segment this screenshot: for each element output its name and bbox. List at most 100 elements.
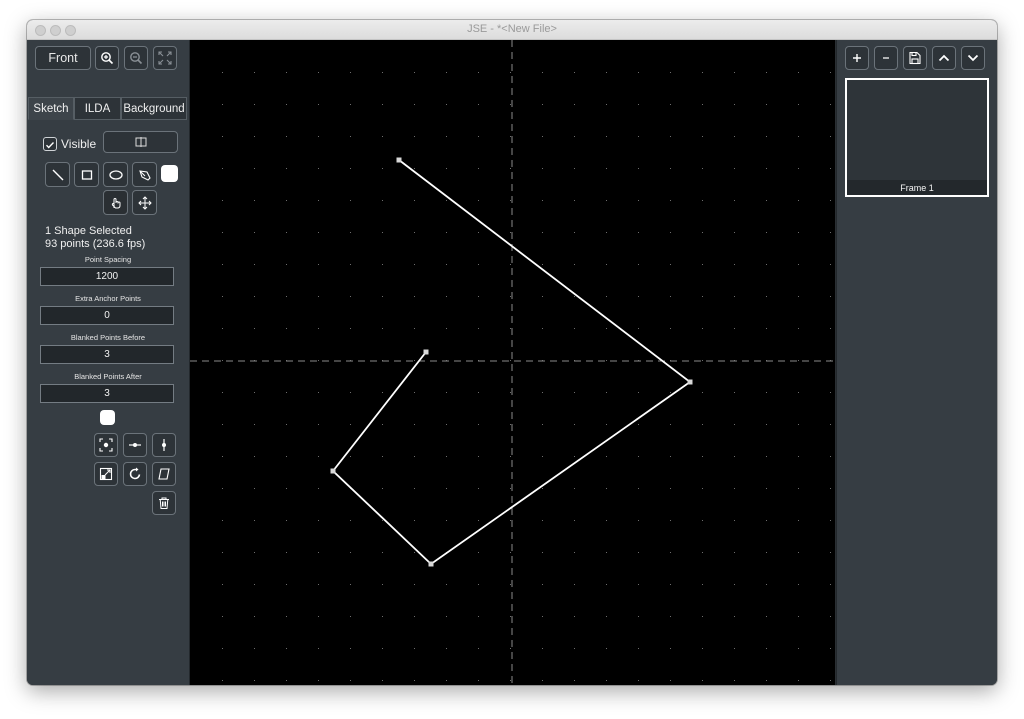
grid-dot (510, 328, 511, 329)
grid-dot (638, 456, 639, 457)
grid-dot (510, 552, 511, 553)
grid-dot (542, 456, 543, 457)
grid-dot (766, 584, 767, 585)
grid-dot (798, 520, 799, 521)
grid-dot (510, 264, 511, 265)
anchor-point[interactable] (428, 561, 434, 567)
grid-dot (574, 520, 575, 521)
anchor-point[interactable] (396, 157, 402, 163)
flip-vertical-button[interactable] (152, 433, 176, 457)
grid-dot (254, 488, 255, 489)
grid-dot (414, 72, 415, 73)
tab-background[interactable]: Background (121, 97, 187, 120)
grid-dot (606, 392, 607, 393)
grid-dot (254, 72, 255, 73)
grid-dot (798, 360, 799, 361)
zoom-out-icon (130, 52, 143, 65)
rotate-button[interactable] (123, 462, 147, 486)
grid-dot (830, 456, 831, 457)
blanked-points-after-field[interactable]: 3 (40, 384, 174, 403)
skew-button[interactable] (152, 462, 176, 486)
drawing-canvas[interactable] (190, 40, 835, 685)
ellipse-tool-button[interactable] (103, 162, 128, 187)
grid-dot (638, 392, 639, 393)
grid-dot (382, 456, 383, 457)
grid-dot (478, 328, 479, 329)
grid-dot (542, 424, 543, 425)
pen-tool-button[interactable] (132, 162, 157, 187)
grid-dot (286, 520, 287, 521)
visible-checkbox[interactable] (43, 137, 57, 151)
anchor-point[interactable] (423, 349, 429, 355)
view-selector-button[interactable]: Front (35, 46, 91, 70)
grid-dot (798, 424, 799, 425)
grid-dot (766, 488, 767, 489)
flip-horizontal-button[interactable] (123, 433, 147, 457)
zoom-out-button[interactable] (124, 46, 148, 70)
grid-dot (830, 552, 831, 553)
fit-view-button[interactable] (153, 46, 177, 70)
tab-ilda[interactable]: ILDA (74, 97, 121, 120)
shape-color-swatch[interactable] (161, 165, 178, 182)
grid-dot (382, 264, 383, 265)
grid-dot (766, 616, 767, 617)
grid-dot (830, 520, 831, 521)
grid-dot (222, 488, 223, 489)
remove-frame-button[interactable] (874, 46, 898, 70)
grid-dot (702, 296, 703, 297)
add-frame-button[interactable] (845, 46, 869, 70)
delete-shape-button[interactable] (152, 491, 176, 515)
frame-thumbnail[interactable]: Frame 1 (845, 78, 989, 197)
grid-dot (606, 360, 607, 361)
grid-dot (638, 264, 639, 265)
zoom-in-button[interactable] (95, 46, 119, 70)
grid-dot (766, 72, 767, 73)
mirror-button[interactable] (103, 131, 178, 153)
move-frame-up-button[interactable] (932, 46, 956, 70)
selection-color-swatch[interactable] (100, 410, 115, 425)
grid-dot (318, 72, 319, 73)
select-tool-button[interactable] (103, 190, 128, 215)
grid-dot (510, 72, 511, 73)
grid-dot (414, 488, 415, 489)
grid-dot (446, 392, 447, 393)
duplicate-frame-button[interactable] (903, 46, 927, 70)
rectangle-tool-button[interactable] (74, 162, 99, 187)
grid-dot (798, 264, 799, 265)
grid-dot (702, 488, 703, 489)
grid-dot (638, 584, 639, 585)
grid-dot (702, 392, 703, 393)
grid-dot (766, 200, 767, 201)
grid-dot (286, 456, 287, 457)
grid-dot (414, 456, 415, 457)
grid-dot (766, 424, 767, 425)
grid-dot (446, 200, 447, 201)
grid-dot (670, 424, 671, 425)
expand-icon (158, 51, 172, 65)
grid-dot (798, 552, 799, 553)
left-panel: Front Sketch ILDA Background Visible 1 S… (27, 40, 190, 685)
move-frame-down-button[interactable] (961, 46, 985, 70)
anchor-point[interactable] (330, 468, 336, 474)
grid-dot (830, 392, 831, 393)
tab-sketch[interactable]: Sketch (28, 97, 74, 120)
grid-dot (254, 552, 255, 553)
grid-dot (510, 296, 511, 297)
anchor-point[interactable] (687, 379, 693, 385)
move-tool-button[interactable] (132, 190, 157, 215)
center-shape-button[interactable] (94, 433, 118, 457)
grid-dot (734, 680, 735, 681)
scale-button[interactable] (94, 462, 118, 486)
grid-dot (446, 616, 447, 617)
grid-dot (606, 520, 607, 521)
grid-dot (830, 488, 831, 489)
point-spacing-field[interactable]: 1200 (40, 267, 174, 286)
grid-dot (702, 616, 703, 617)
frame-label: Frame 1 (847, 180, 987, 195)
grid-dot (702, 648, 703, 649)
blanked-points-before-field[interactable]: 3 (40, 345, 174, 364)
extra-anchor-points-field[interactable]: 0 (40, 306, 174, 325)
line-tool-button[interactable] (45, 162, 70, 187)
grid-dot (830, 616, 831, 617)
grid-dot (478, 232, 479, 233)
